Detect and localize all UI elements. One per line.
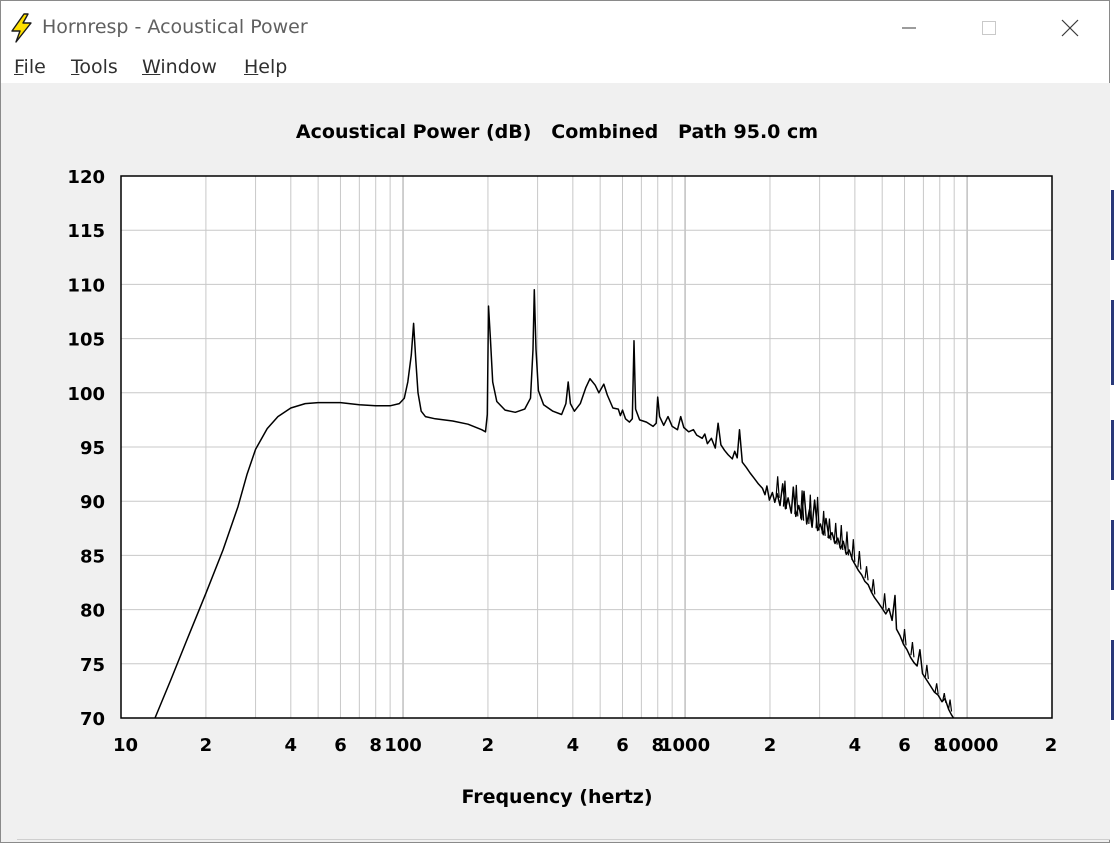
chart-area: Acoustical Power (dB) Combined Path 95.0… [1, 83, 1111, 840]
background-window-edge [1110, 0, 1114, 843]
menu-file[interactable]: File [14, 56, 46, 78]
x-tick-label: 4 [285, 735, 298, 756]
chart-title: Acoustical Power (dB) Combined Path 95.0… [296, 121, 818, 143]
y-tick-label: 110 [67, 275, 105, 296]
x-tick-label: 2 [200, 735, 213, 756]
maximize-button[interactable] [966, 9, 1012, 47]
x-tick-label: 2 [482, 735, 495, 756]
maximize-icon [982, 21, 996, 35]
x-tick-label: 2 [1045, 735, 1058, 756]
x-tick-label: 4 [849, 735, 862, 756]
menu-file-mnemonic: F [14, 56, 24, 78]
lightning-bolt-icon [11, 13, 32, 43]
y-tick-label: 105 [67, 330, 105, 351]
window-bottom-edge [17, 839, 1111, 840]
menu-tools-label: ools [79, 56, 118, 78]
x-tick-label: 100 [384, 735, 422, 756]
menu-help[interactable]: Help [244, 56, 287, 78]
acoustical-power-chart: Acoustical Power (dB) Combined Path 95.0… [67, 121, 1057, 808]
x-tick-label: 10 [113, 735, 138, 756]
close-icon [1061, 19, 1079, 37]
y-tick-label: 75 [80, 655, 105, 676]
y-axis-ticks: 120 115 110 105 100 95 90 85 80 75 70 [67, 167, 105, 730]
x-tick-label: 2 [764, 735, 777, 756]
minimize-icon [902, 27, 916, 29]
y-tick-label: 85 [80, 546, 105, 567]
menu-bar: File Tools Window Help [1, 51, 1109, 83]
y-tick-label: 100 [67, 384, 105, 405]
window-title: Hornresp - Acoustical Power [42, 16, 308, 38]
menu-file-label: ile [23, 56, 46, 78]
menu-window[interactable]: Window [142, 56, 217, 78]
x-tick-label: 6 [898, 735, 911, 756]
menu-window-label: indow [160, 56, 217, 78]
app-window: Hornresp - Acoustical Power File Tools W… [0, 0, 1111, 843]
menu-window-mnemonic: W [142, 56, 161, 78]
x-tick-label: 6 [616, 735, 629, 756]
y-tick-label: 120 [67, 167, 105, 188]
x-tick-label: 8 [369, 735, 382, 756]
x-axis-label: Frequency (hertz) [461, 786, 652, 808]
x-tick-label: 10000 [936, 735, 999, 756]
menu-help-mnemonic: H [244, 56, 259, 78]
x-axis-ticks: 10 2 4 6 8 100 2 4 6 81000 2 4 6 810000 2 [113, 735, 1057, 756]
x-tick-label: 4 [567, 735, 580, 756]
y-tick-label: 95 [80, 438, 105, 459]
y-tick-label: 115 [67, 221, 105, 242]
close-button[interactable] [1047, 9, 1093, 47]
y-tick-label: 80 [80, 601, 105, 622]
x-tick-label: 6 [334, 735, 347, 756]
title-bar[interactable]: Hornresp - Acoustical Power [1, 1, 1109, 51]
x-tick-label: 1000 [660, 735, 710, 756]
menu-tools[interactable]: Tools [71, 56, 118, 78]
minimize-button[interactable] [886, 9, 932, 47]
y-tick-label: 70 [80, 709, 105, 730]
menu-help-label: elp [258, 56, 288, 78]
y-tick-label: 90 [80, 492, 105, 513]
